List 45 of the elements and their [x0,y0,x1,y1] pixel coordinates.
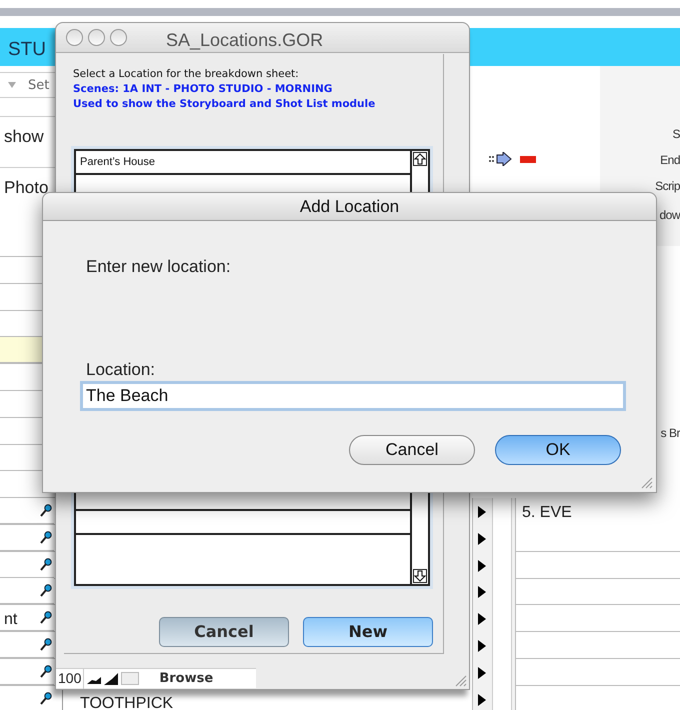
header-title: STU [8,38,46,62]
down-arrow-icon[interactable] [413,569,427,583]
item-name: TOOTHPICK [80,694,174,710]
resize-grip-icon[interactable] [639,475,653,489]
mode-label[interactable]: Browse [159,668,214,688]
key-icon[interactable] [40,531,52,545]
field-label: S [672,126,680,143]
key-icon[interactable] [40,692,52,706]
prompt-text: Enter new location: [86,256,231,278]
window-control-icon[interactable] [110,29,127,46]
field-label: End [660,152,680,169]
up-arrow-icon[interactable] [413,152,427,166]
zoom-level[interactable]: 100 [56,668,84,689]
field-label: Location: [86,359,155,381]
field-label: s Br [660,425,680,442]
prompt-text: Select a Location for the breakdown sheet: [73,67,299,82]
field-label: Scrip [655,178,680,195]
field-label: Photo [4,177,48,199]
cancel-button[interactable]: Cancel [159,617,289,647]
notes-text: 5. EVE [522,503,572,523]
key-icon[interactable] [40,611,52,625]
location-input[interactable]: The Beach [80,381,626,411]
new-button[interactable]: New [303,617,433,647]
dialog-title: Add Location [300,196,400,218]
usage-text: Used to show the Storyboard and Shot List module [73,97,376,112]
zoom-in-icon[interactable] [104,672,118,684]
key-icon[interactable] [40,558,52,572]
key-icon[interactable] [40,504,52,518]
scene-text: Scenes: 1A INT - PHOTO STUDIO - MORNING [73,82,332,97]
ok-button[interactable]: OK [495,435,621,465]
field-label: dow [659,207,680,224]
marker-icon [520,156,536,163]
toolbar-label[interactable]: Set [28,76,50,96]
key-icon[interactable] [40,665,52,679]
key-icon[interactable] [40,638,52,652]
window-title: SA_Locations.GOR [166,29,324,52]
key-icon[interactable] [40,584,52,598]
arrow-icon[interactable] [489,152,513,166]
list-row[interactable] [0,578,54,604]
resize-grip-icon[interactable] [453,673,467,687]
window-control-icon[interactable] [88,29,105,46]
field-label: show [4,126,44,148]
row-label: nt [4,610,18,630]
window-control-icon[interactable] [66,29,83,46]
cancel-button[interactable]: Cancel [349,435,475,465]
